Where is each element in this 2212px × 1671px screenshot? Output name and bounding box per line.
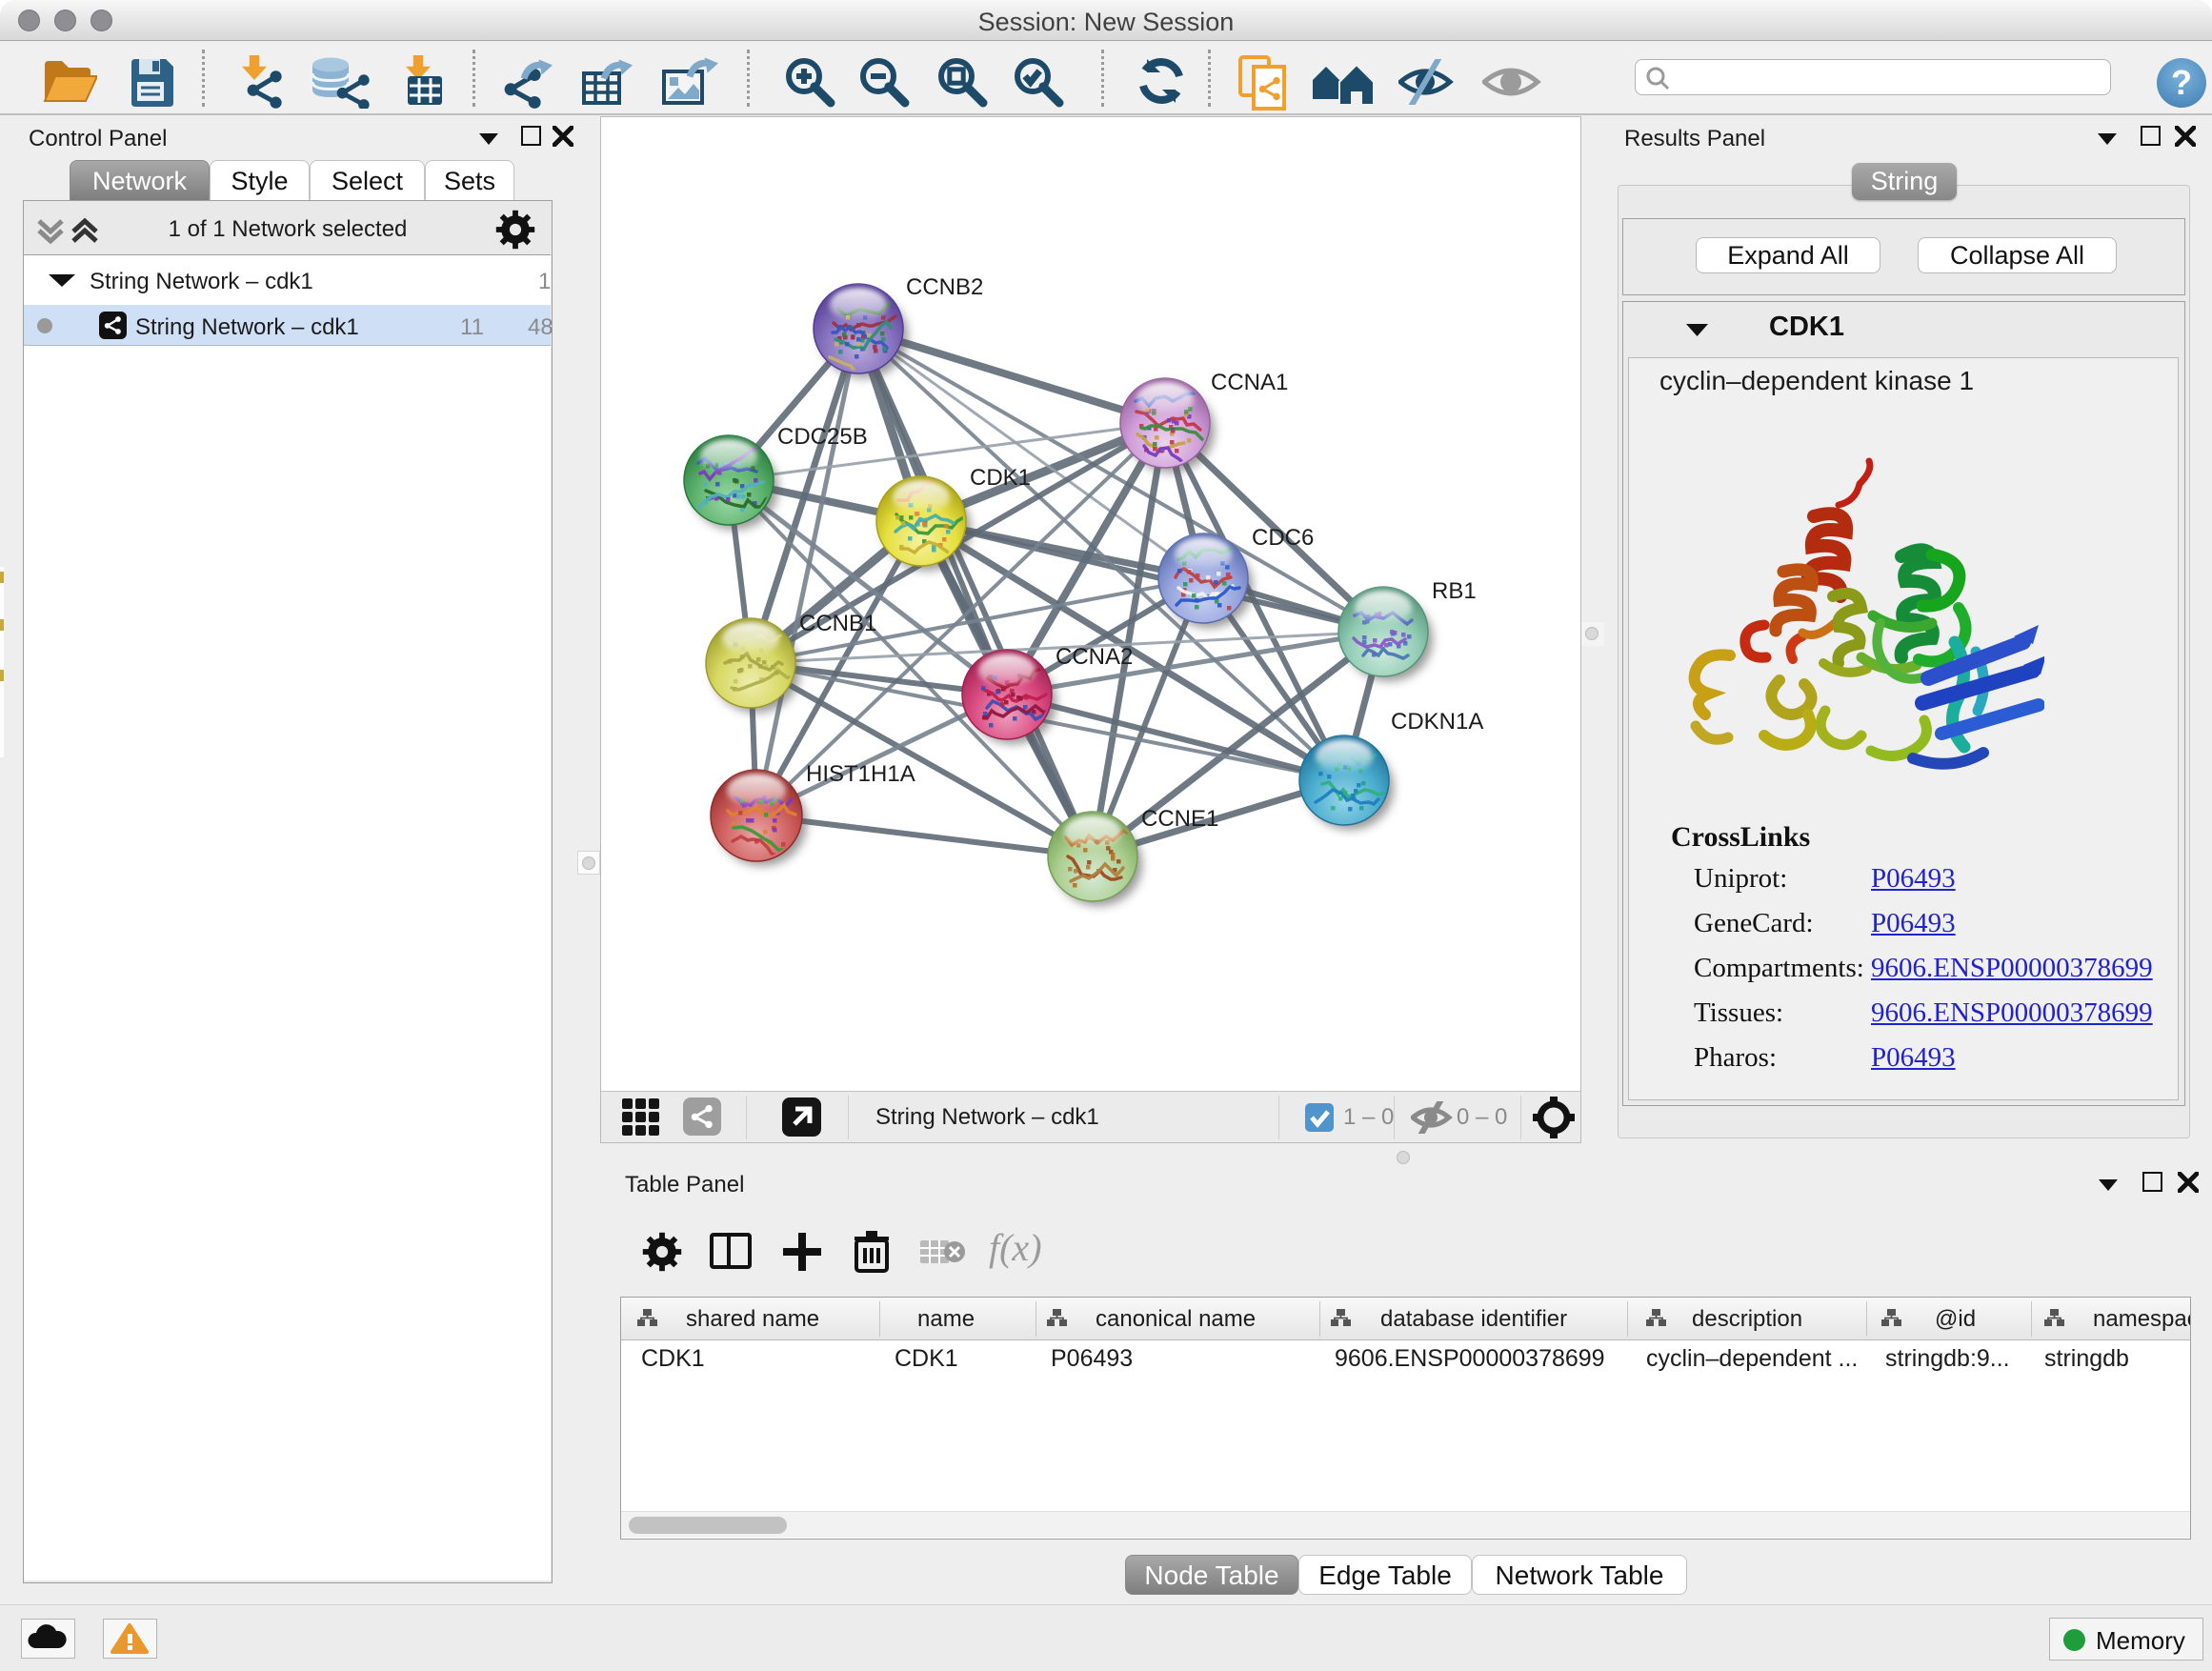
svg-text:CCNE1: CCNE1 [1141, 806, 1218, 832]
svg-text:CCNA2: CCNA2 [1056, 644, 1133, 670]
svg-text:CDK1: CDK1 [970, 465, 1031, 491]
svg-text:CCNA1: CCNA1 [1211, 370, 1288, 395]
svg-text:CCNB2: CCNB2 [906, 274, 983, 300]
svg-text:CDC6: CDC6 [1252, 525, 1314, 551]
svg-text:CDC25B: CDC25B [777, 424, 868, 450]
svg-text:HIST1H1A: HIST1H1A [806, 761, 915, 787]
svg-text:RB1: RB1 [1432, 578, 1477, 604]
svg-text:CDKN1A: CDKN1A [1391, 709, 1483, 735]
svg-text:CCNB1: CCNB1 [799, 611, 876, 636]
